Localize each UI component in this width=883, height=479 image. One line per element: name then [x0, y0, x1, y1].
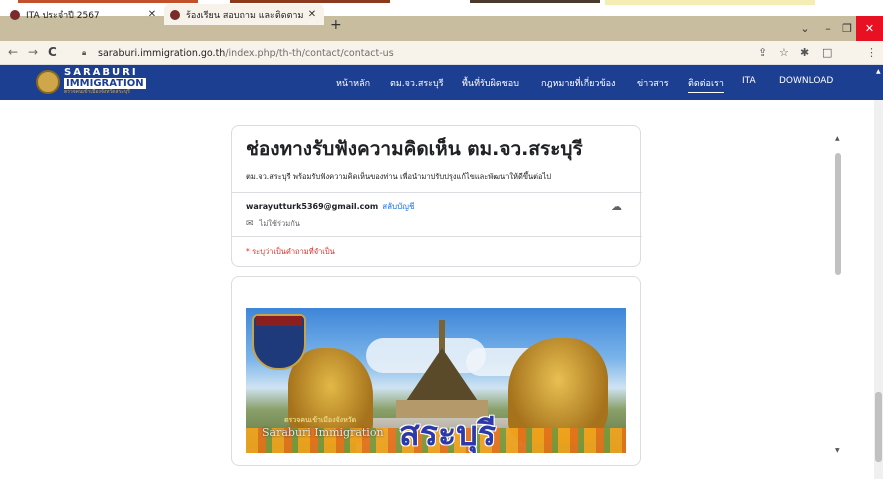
side-panel-icon[interactable]: □ [822, 46, 832, 59]
browser-menu-icon[interactable]: ⋮ [866, 46, 877, 59]
nav-news[interactable]: ข่าวสาร [637, 76, 669, 90]
required-question-note: * ระบุว่าเป็นคำถามที่จำเป็น [246, 247, 335, 256]
account-email: warayutturk5369@gmail.com [246, 202, 379, 211]
divider [232, 192, 642, 193]
mail-icon: ✉ [246, 219, 254, 229]
brand-line-3: ตรวจคนเข้าเมืองจังหวัดสระบุรี [64, 89, 130, 95]
browser-toolbar: ← → C 🔒︎ saraburi.immigration.go.th/inde… [0, 41, 883, 65]
nav-ita[interactable]: ITA [742, 76, 756, 86]
immigration-emblem-icon [36, 69, 60, 94]
maximize-button[interactable]: ❐ [838, 16, 856, 41]
close-tab-icon[interactable]: ✕ [306, 9, 318, 20]
badge-ribbon [256, 316, 302, 326]
site-navbar: SARABURI IMMIGRATION ตรวจคนเข้าเมืองจังห… [0, 65, 883, 100]
page-scrollbar-thumb[interactable] [875, 392, 882, 462]
police-emblem-icon [170, 9, 180, 20]
reload-icon[interactable]: C [48, 45, 57, 59]
saraburi-banner-image: ตรวจคนเข้าเมืองจังหวัด Saraburi Immigrat… [246, 308, 626, 453]
banner-caption-en: Saraburi Immigration [262, 426, 384, 439]
extensions-icon[interactable]: ✱ [800, 46, 809, 59]
form-title: ช่องทางรับฟังความคิดเห็น ตม.จว.สระบุรี [246, 138, 583, 160]
nav-responsible-area[interactable]: พื้นที่รับผิดชอบ [462, 76, 519, 90]
not-shared-label: ไม่ใช้ร่วมกัน [259, 219, 300, 228]
url-host: saraburi.immigration.go.th [98, 47, 226, 59]
forward-icon[interactable]: → [28, 45, 38, 59]
form-description: ตม.จว.สระบุรี พร้อมรับฟังความคิดเห็นของท… [246, 172, 551, 181]
nav-download[interactable]: DOWNLOAD [779, 76, 833, 86]
tab-title: ร้องเรียน สอบถาม และติดตาม [186, 10, 304, 21]
scroll-up-icon[interactable]: ▲ [835, 135, 840, 142]
browser-tab-contact[interactable]: ร้องเรียน สอบถาม และติดตาม ✕ [164, 4, 324, 25]
banner-caption-th: สระบุรี [399, 414, 497, 453]
temple-roof [404, 348, 480, 404]
address-bar[interactable]: 🔒︎ saraburi.immigration.go.th/index.php/… [82, 44, 752, 62]
lock-icon[interactable]: 🔒︎ [82, 48, 92, 58]
new-tab-button[interactable]: + [330, 17, 342, 33]
banner-strip-segment [230, 0, 390, 3]
nav-home[interactable]: หน้าหลัก [336, 76, 370, 90]
nav-saraburi-office[interactable]: ตม.จว.สระบุรี [390, 76, 444, 90]
page-scroll-up-icon[interactable]: ▲ [876, 68, 881, 75]
back-icon[interactable]: ← [8, 45, 18, 59]
scroll-down-icon[interactable]: ▼ [835, 447, 840, 454]
share-icon[interactable]: ⇪ [758, 46, 767, 59]
bookmark-star-icon[interactable]: ☆ [779, 46, 789, 59]
banner-strip-segment [605, 0, 815, 5]
brand-line-2: IMMIGRATION [64, 78, 146, 89]
browser-tab-ita[interactable]: ITA ประจำปี 2567 ✕ [4, 4, 164, 25]
url-path: /index.php/th-th/contact/contact-us [225, 47, 394, 59]
page-scrollbar[interactable] [874, 100, 883, 479]
brand-line-1: SARABURI [64, 67, 138, 78]
banner-subtext: ตรวจคนเข้าเมืองจังหวัด [284, 416, 357, 424]
form-scrollbar-thumb[interactable] [835, 153, 841, 275]
nav-contact-us[interactable]: ติดต่อเรา [688, 76, 724, 93]
account-line: warayutturk5369@gmail.com สลับบัญชี [246, 200, 414, 213]
not-shared-line: ✉ ไม่ใช้ร่วมกัน [246, 218, 300, 230]
tab-title: ITA ประจำปี 2567 [26, 10, 100, 21]
switch-account-link[interactable]: สลับบัญชี [382, 202, 414, 211]
tab-search-icon[interactable]: ⌄ [790, 16, 820, 41]
close-window-button[interactable]: ✕ [856, 16, 883, 41]
banner-strip-segment [18, 0, 198, 3]
form-header-card: ช่องทางรับฟังความคิดเห็น ตม.จว.สระบุรี ต… [231, 125, 642, 267]
minimize-button[interactable]: – [818, 16, 838, 41]
divider [232, 236, 642, 237]
banner-strip-segment [470, 0, 600, 3]
nav-related-laws[interactable]: กฎหมายที่เกี่ยวข้อง [541, 76, 615, 90]
close-tab-icon[interactable]: ✕ [146, 9, 158, 20]
site-logo[interactable]: SARABURI IMMIGRATION ตรวจคนเข้าเมืองจังห… [36, 68, 146, 95]
cloud-off-icon: ☁ [611, 200, 622, 213]
police-emblem-icon [10, 9, 20, 20]
form-scrollbar[interactable]: ▲ ▼ [834, 135, 842, 460]
